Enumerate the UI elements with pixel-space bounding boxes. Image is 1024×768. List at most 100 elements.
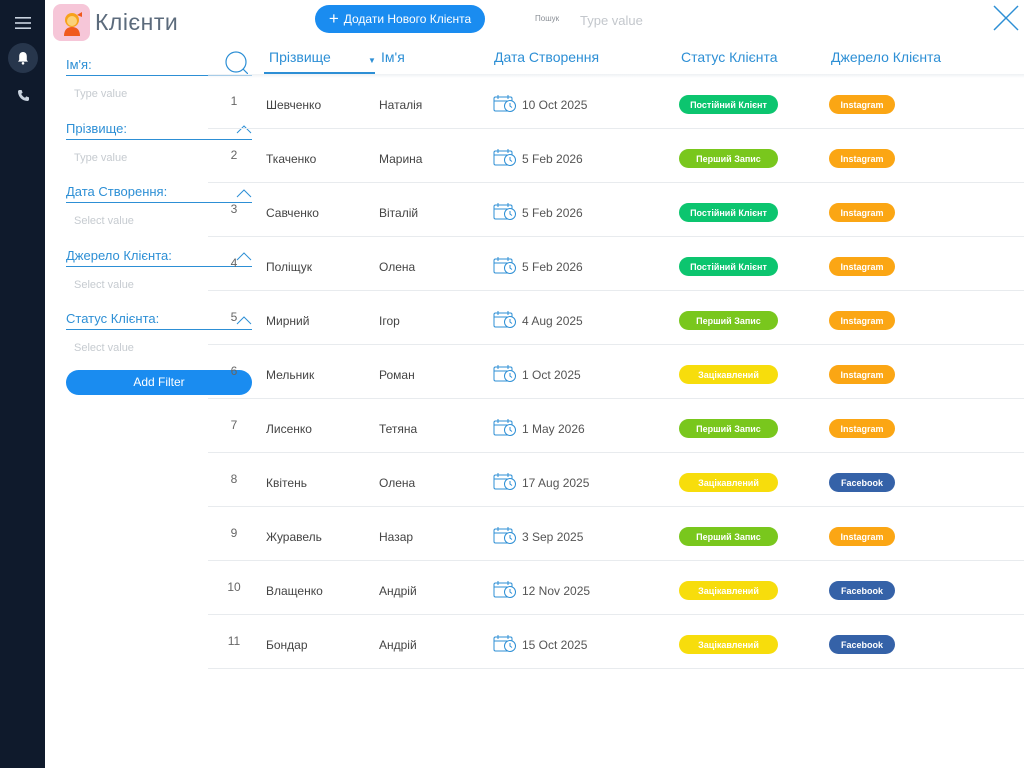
search-input[interactable]: [580, 10, 730, 30]
cell-created-date: 17 Aug 2025: [493, 471, 589, 494]
cell-first-name: Наталія: [379, 98, 423, 112]
status-badge: Постійний Клієнт: [679, 95, 778, 114]
calendar-clock-icon: [493, 471, 517, 494]
source-badge: Instagram: [829, 365, 895, 384]
cell-last-name: Бондар: [266, 638, 308, 652]
cell-first-name: Марина: [379, 152, 423, 166]
calendar-clock-icon: [493, 525, 517, 548]
status-badge: Перший Запис: [679, 527, 778, 546]
status-badge: Перший Запис: [679, 149, 778, 168]
status-badge: Зацікавлений: [679, 581, 778, 600]
cell-first-name: Олена: [379, 476, 416, 490]
status-badge: Зацікавлений: [679, 635, 778, 654]
row-number: 8: [230, 472, 238, 486]
table-row[interactable]: 10 Влащенко Андрій 12 Nov 2025 Зацікавлений F…: [208, 561, 1024, 615]
cell-first-name: Олена: [379, 260, 416, 274]
row-number: 5: [230, 310, 238, 324]
row-number: 7: [230, 418, 238, 432]
cell-created-date: 4 Aug 2025: [493, 309, 583, 332]
cell-last-name: Лисенко: [266, 422, 312, 436]
status-badge: Зацікавлений: [679, 365, 778, 384]
table-row[interactable]: 4 Поліщук Олена 5 Feb 2026 Постійний Клієнт I…: [208, 237, 1024, 291]
calendar-clock-icon: [493, 309, 517, 332]
table-header: Прізвище ▼ Ім'я Дата Створення Статус Кл…: [208, 42, 1024, 75]
cell-last-name: Мирний: [266, 314, 310, 328]
cell-created-date: 5 Feb 2026: [493, 201, 583, 224]
calendar-clock-icon: [493, 93, 517, 116]
status-badge: Постійний Клієнт: [679, 257, 778, 276]
bell-icon[interactable]: [8, 43, 38, 73]
app-logo: [53, 4, 90, 41]
source-badge: Facebook: [829, 473, 895, 492]
date-text: 4 Aug 2025: [522, 313, 583, 328]
left-rail: [0, 0, 45, 768]
calendar-clock-icon: [493, 255, 517, 278]
calendar-clock-icon: [493, 201, 517, 224]
add-client-button[interactable]: + Додати Нового Клієнта: [315, 5, 485, 33]
calendar-clock-icon: [493, 363, 517, 386]
menu-icon[interactable]: [8, 8, 38, 38]
column-last-name[interactable]: Прізвище: [269, 49, 331, 65]
cell-last-name: Шевченко: [266, 98, 322, 112]
table-row[interactable]: 2 Ткаченко Марина 5 Feb 2026 Перший Запис Ins…: [208, 129, 1024, 183]
source-badge: Instagram: [829, 257, 895, 276]
cell-last-name: Мельник: [266, 368, 315, 382]
calendar-clock-icon: [493, 579, 517, 602]
date-text: 1 May 2026: [522, 421, 585, 436]
date-text: 5 Feb 2026: [522, 151, 583, 166]
column-first-name[interactable]: Ім'я: [381, 49, 405, 65]
date-text: 1 Oct 2025: [522, 367, 581, 382]
status-badge: Перший Запис: [679, 311, 778, 330]
cell-last-name: Савченко: [266, 206, 319, 220]
calendar-clock-icon: [493, 417, 517, 440]
date-text: 10 Oct 2025: [522, 97, 588, 112]
cell-created-date: 5 Feb 2026: [493, 255, 583, 278]
page-title: Клієнти: [95, 9, 179, 35]
status-badge: Постійний Клієнт: [679, 203, 778, 222]
date-text: 5 Feb 2026: [522, 259, 583, 274]
phone-icon[interactable]: [8, 80, 38, 110]
source-badge: Facebook: [829, 635, 895, 654]
status-badge: Зацікавлений: [679, 473, 778, 492]
sort-down-icon[interactable]: ▼: [368, 56, 376, 65]
table-row[interactable]: 1 Шевченко Наталія 10 Oct 2025 Постійний Клі…: [208, 75, 1024, 129]
cell-last-name: Журавель: [266, 530, 322, 544]
column-client-status[interactable]: Статус Клієнта: [681, 49, 778, 65]
cell-last-name: Ткаченко: [266, 152, 317, 166]
cell-first-name: Назар: [379, 530, 414, 544]
cell-created-date: 3 Sep 2025: [493, 525, 583, 548]
close-icon[interactable]: [992, 4, 1020, 32]
table-row[interactable]: 6 Мельник Роман 1 Oct 2025 Зацікавлений Insta…: [208, 345, 1024, 399]
column-created-date[interactable]: Дата Створення: [494, 49, 599, 65]
cell-first-name: Андрій: [379, 584, 417, 598]
column-client-source[interactable]: Джерело Клієнта: [831, 49, 941, 65]
cell-first-name: Віталій: [379, 206, 419, 220]
cell-last-name: Квітень: [266, 476, 307, 490]
table-row[interactable]: 5 Мирний Ігор 4 Aug 2025 Перший Запис Instagr…: [208, 291, 1024, 345]
cell-last-name: Влащенко: [266, 584, 323, 598]
table-row[interactable]: 11 Бондар Андрій 15 Oct 2025 Зацікавлений Fac…: [208, 615, 1024, 669]
cell-created-date: 10 Oct 2025: [493, 93, 587, 116]
source-badge: Instagram: [829, 527, 895, 546]
source-badge: Instagram: [829, 149, 895, 168]
cell-first-name: Роман: [379, 368, 415, 382]
cell-created-date: 5 Feb 2026: [493, 147, 583, 170]
row-number: 4: [230, 256, 238, 270]
row-number: 10: [227, 580, 241, 594]
search-label: Пошук: [535, 14, 560, 23]
cell-last-name: Поліщук: [266, 260, 312, 274]
source-badge: Facebook: [829, 581, 895, 600]
add-client-label: Додати Нового Клієнта: [343, 12, 472, 26]
table-row[interactable]: 3 Савченко Віталій 5 Feb 2026 Постійний Кліє…: [208, 183, 1024, 237]
cell-created-date: 12 Nov 2025: [493, 579, 590, 602]
calendar-clock-icon: [493, 147, 517, 170]
table-row[interactable]: 7 Лисенко Тетяна 1 May 2026 Перший Запис Inst…: [208, 399, 1024, 453]
row-number: 9: [230, 526, 238, 540]
cell-created-date: 1 May 2026: [493, 417, 585, 440]
table-row[interactable]: 9 Журавель Назар 3 Sep 2025 Перший Запис Inst…: [208, 507, 1024, 561]
plus-icon: +: [328, 8, 339, 28]
date-text: 3 Sep 2025: [522, 529, 584, 544]
calendar-clock-icon: [493, 633, 517, 656]
row-number: 11: [227, 634, 241, 648]
table-row[interactable]: 8 Квітень Олена 17 Aug 2025 Зацікавлений Face…: [208, 453, 1024, 507]
